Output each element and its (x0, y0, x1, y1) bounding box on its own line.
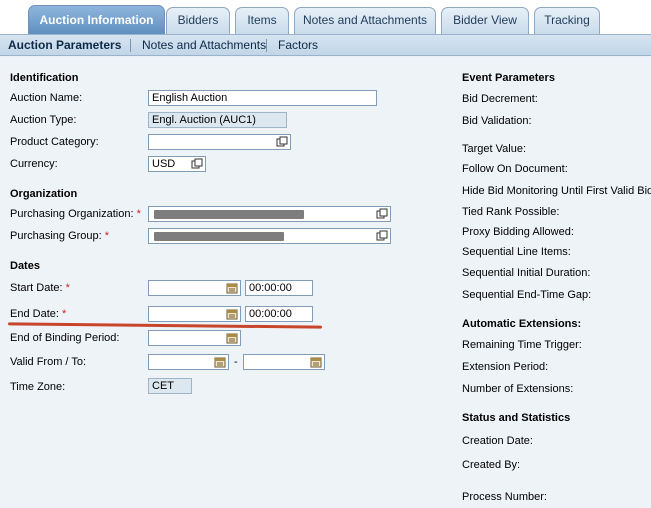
purchasing-group-input[interactable] (148, 228, 391, 244)
end-of-binding-period-input[interactable] (148, 330, 241, 346)
calendar-icon[interactable] (226, 308, 238, 320)
start-date-input[interactable] (148, 280, 241, 296)
follow-on-document-label: Follow On Document: (462, 163, 568, 175)
currency-input[interactable]: USD (148, 156, 206, 172)
tied-rank-possible-label: Tied Rank Possible: (462, 206, 560, 218)
time-zone-field: CET (148, 378, 192, 394)
start-time-input[interactable]: 00:00:00 (245, 280, 313, 296)
currency-label: Currency: (10, 158, 58, 170)
calendar-icon[interactable] (214, 356, 226, 368)
required-indicator: * (136, 208, 141, 220)
extension-period-label: Extension Period: (462, 361, 549, 373)
range-separator: - (234, 356, 238, 368)
redacted-value (154, 232, 284, 241)
creation-date-label: Creation Date: (462, 435, 533, 447)
subnav-factors[interactable]: Factors (278, 38, 318, 52)
subnav-auction-parameters[interactable]: Auction Parameters (8, 38, 121, 52)
product-category-label: Product Category: (10, 136, 99, 148)
purchasing-organization-label: Purchasing Organization: * (10, 208, 141, 220)
end-date-input[interactable] (148, 306, 241, 322)
valid-from-to-label: Valid From / To: (10, 356, 87, 368)
value-help-icon[interactable] (276, 136, 288, 148)
currency-value: USD (152, 158, 176, 170)
section-identification: Identification (10, 72, 79, 84)
auction-type-field: Engl. Auction (AUC1) (148, 112, 287, 128)
auction-name-label: Auction Name: (10, 92, 83, 104)
calendar-icon[interactable] (226, 332, 238, 344)
section-organization: Organization (10, 188, 78, 200)
section-automatic-extensions: Automatic Extensions: (462, 318, 582, 330)
tab-items[interactable]: Items (235, 7, 289, 34)
time-zone-label: Time Zone: (10, 381, 66, 393)
tab-bidder-view[interactable]: Bidder View (441, 7, 529, 34)
required-indicator: * (104, 230, 110, 242)
valid-from-input[interactable] (148, 354, 229, 370)
section-status-and-statistics: Status and Statistics (462, 412, 571, 424)
sub-navigation: Auction Parameters Notes and Attachments… (0, 34, 651, 56)
tab-bidders[interactable]: Bidders (166, 7, 230, 34)
auction-parameters-panel (0, 57, 651, 508)
sequential-end-time-gap-label: Sequential End-Time Gap: (462, 289, 592, 301)
value-help-icon[interactable] (191, 158, 203, 170)
end-time-input[interactable]: 00:00:00 (245, 306, 313, 322)
subnav-divider (266, 39, 267, 52)
section-event-parameters: Event Parameters (462, 72, 555, 84)
remaining-time-trigger-label: Remaining Time Trigger: (462, 339, 582, 351)
required-indicator: * (65, 282, 70, 294)
required-indicator: * (61, 308, 67, 320)
value-help-icon[interactable] (376, 208, 388, 220)
target-value-label: Target Value: (462, 143, 527, 155)
hide-bid-monitoring-label: Hide Bid Monitoring Until First Valid Bi… (462, 185, 651, 197)
purchasing-group-label: Purchasing Group: * (10, 230, 110, 242)
subnav-divider (130, 39, 131, 52)
created-by-label: Created By: (462, 459, 521, 471)
sequential-initial-duration-label: Sequential Initial Duration: (462, 267, 591, 279)
sequential-line-items-label: Sequential Line Items: (462, 246, 571, 258)
tab-notes-and-attachments[interactable]: Notes and Attachments (294, 7, 436, 34)
start-date-label: Start Date: * (10, 282, 70, 294)
tab-bar: Auction Information Bidders Items Notes … (0, 0, 651, 34)
bid-validation-label: Bid Validation: (462, 115, 532, 127)
bid-decrement-label: Bid Decrement: (462, 93, 538, 105)
product-category-input[interactable] (148, 134, 291, 150)
purchasing-organization-input[interactable] (148, 206, 391, 222)
section-dates: Dates (10, 260, 40, 272)
tab-auction-information[interactable]: Auction Information (28, 5, 165, 34)
valid-to-input[interactable] (243, 354, 325, 370)
number-of-extensions-label: Number of Extensions: (462, 383, 574, 395)
tab-tracking[interactable]: Tracking (534, 7, 600, 34)
proxy-bidding-allowed-label: Proxy Bidding Allowed: (462, 226, 574, 238)
redacted-value (154, 210, 304, 219)
subnav-notes-and-attachments[interactable]: Notes and Attachments (142, 38, 266, 52)
calendar-icon[interactable] (310, 356, 322, 368)
process-number-label: Process Number: (462, 491, 547, 503)
end-date-label: End Date: * (10, 308, 67, 320)
calendar-icon[interactable] (226, 282, 238, 294)
auction-name-input[interactable]: English Auction (148, 90, 377, 106)
end-of-binding-period-label: End of Binding Period: (10, 332, 120, 344)
auction-type-label: Auction Type: (10, 114, 77, 126)
value-help-icon[interactable] (376, 230, 388, 242)
